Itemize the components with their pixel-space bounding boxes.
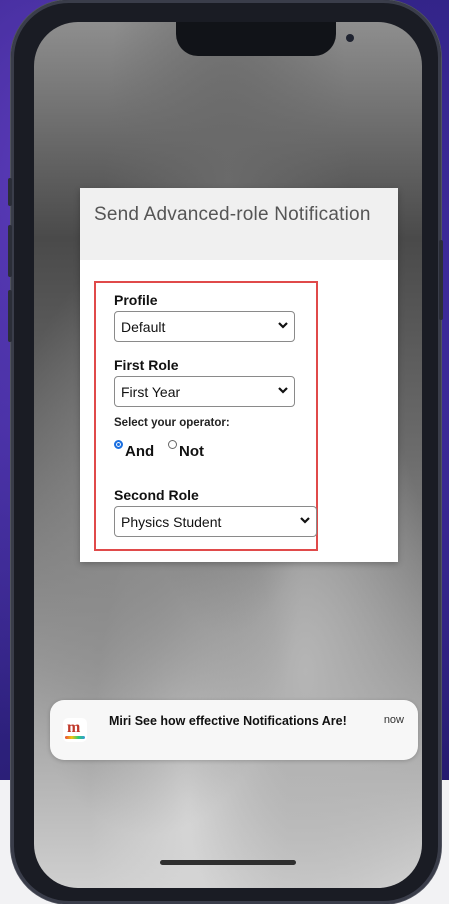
chevron-down-icon: [278, 387, 288, 394]
notification-time: now: [383, 714, 404, 726]
phone-side-button: [8, 178, 12, 206]
camera-icon: [346, 34, 354, 42]
phone-power-button: [439, 240, 443, 320]
logo-color-bar: [65, 736, 85, 739]
second-role-select-value: Physics Student: [121, 514, 222, 530]
push-notification[interactable]: m Miri See how effective Notifications A…: [50, 700, 418, 760]
profile-label: Profile: [114, 292, 158, 308]
chevron-down-icon: [300, 517, 310, 524]
first-role-select[interactable]: First Year: [114, 376, 295, 407]
phone-volume-up-button: [8, 225, 12, 277]
profile-select[interactable]: Default: [114, 311, 295, 342]
form-highlight-box: Profile Default First Role First Year Se…: [94, 281, 318, 551]
notification-form-card: Send Advanced-role Notification Profile …: [80, 188, 398, 562]
operator-label: Select your operator:: [114, 417, 230, 429]
m-logo-icon: m: [63, 718, 87, 742]
second-role-label: Second Role: [114, 487, 199, 503]
phone-notch: [176, 22, 354, 56]
operator-and-radio[interactable]: [114, 440, 123, 449]
first-role-select-value: First Year: [121, 384, 181, 400]
first-role-label: First Role: [114, 357, 179, 373]
operator-and-label[interactable]: And: [125, 443, 154, 460]
profile-select-value: Default: [121, 319, 166, 335]
home-indicator[interactable]: [160, 860, 296, 865]
notification-text: Miri See how effective Notifications Are…: [109, 714, 347, 728]
page-title: Send Advanced-role Notification: [94, 204, 371, 225]
phone-volume-down-button: [8, 290, 12, 342]
operator-not-radio[interactable]: [168, 440, 177, 449]
second-role-select[interactable]: Physics Student: [114, 506, 317, 537]
chevron-down-icon: [278, 322, 288, 329]
operator-not-label[interactable]: Not: [179, 443, 204, 460]
